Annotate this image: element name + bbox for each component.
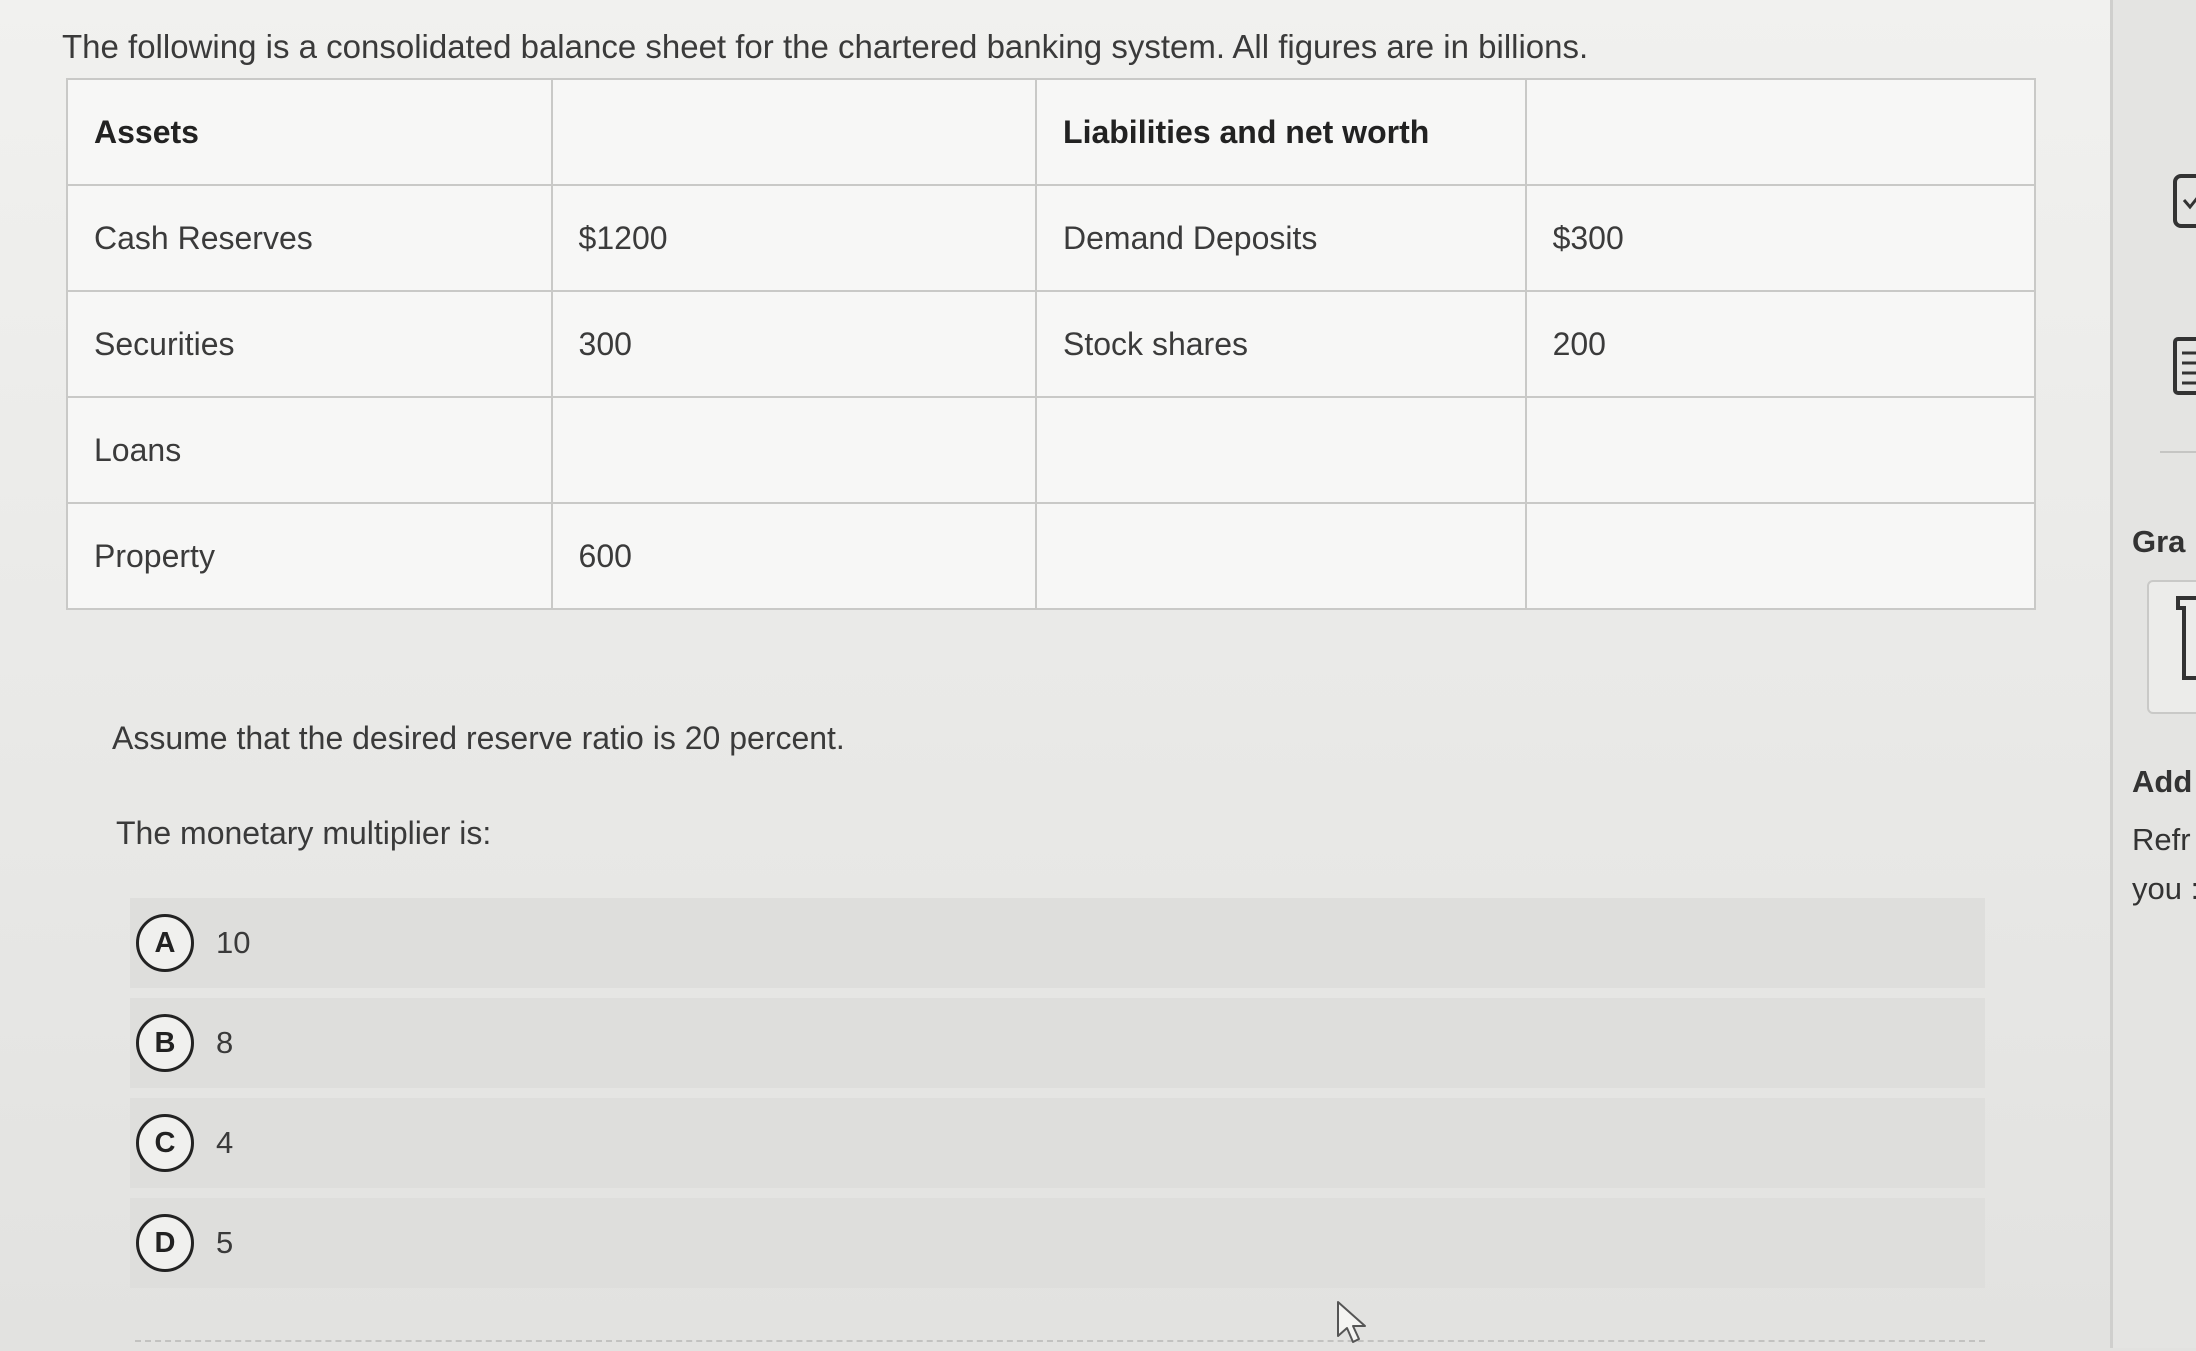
liability-label: Demand Deposits: [1035, 184, 1527, 292]
table-row: Securities 300 Stock shares 200: [66, 290, 2037, 398]
option-b[interactable]: B 8: [130, 998, 1985, 1088]
table-row: Property 600: [66, 502, 2037, 610]
liability-value: $300: [1524, 184, 2037, 292]
header-assets: Assets: [66, 78, 553, 186]
option-letter-badge: A: [136, 914, 194, 972]
header-assets-value: [550, 78, 1038, 186]
clipboard-icon[interactable]: [2172, 170, 2196, 235]
sidebar-divider: [2160, 451, 2196, 453]
option-text: 8: [216, 1025, 234, 1060]
liability-value: [1524, 502, 2037, 610]
option-a[interactable]: A 10: [130, 898, 1985, 988]
option-d[interactable]: D 5: [130, 1198, 1985, 1288]
liability-value: 200: [1524, 290, 2037, 398]
asset-label: Property: [66, 502, 553, 610]
option-letter-badge: B: [136, 1014, 194, 1072]
table-row: Cash Reserves $1200 Demand Deposits $300: [66, 184, 2037, 292]
table-row: Loans: [66, 396, 2037, 504]
table-header-row: Assets Liabilities and net worth: [66, 78, 2037, 186]
option-text: 5: [216, 1225, 234, 1260]
liability-value: [1524, 396, 2037, 504]
bracket-icon: [2170, 594, 2196, 689]
asset-label: Securities: [66, 290, 553, 398]
asset-value: $1200: [550, 184, 1038, 292]
header-liabilities: Liabilities and net worth: [1035, 78, 1527, 186]
header-liabilities-value: [1524, 78, 2037, 186]
asset-value: 300: [550, 290, 1038, 398]
liability-label: [1035, 502, 1527, 610]
asset-label: Cash Reserves: [66, 184, 553, 292]
option-letter-badge: D: [136, 1214, 194, 1272]
document-list-icon[interactable]: [2172, 335, 2196, 402]
answer-options: A 10 B 8 C 4 D 5: [130, 898, 1985, 1298]
question-intro: The following is a consolidated balance …: [62, 28, 1589, 65]
grade-label: Gra: [2132, 524, 2186, 559]
sidebar-text-line2: you :: [2132, 871, 2196, 906]
liability-label: [1035, 396, 1527, 504]
asset-value: [550, 396, 1038, 504]
balance-sheet-table: Assets Liabilities and net worth Cash Re…: [66, 78, 2037, 610]
additional-label: Add: [2132, 764, 2193, 799]
assumption-text: Assume that the desired reserve ratio is…: [112, 720, 845, 756]
question-prompt: The monetary multiplier is:: [116, 815, 492, 851]
liability-label: Stock shares: [1035, 290, 1527, 398]
option-letter-badge: C: [136, 1114, 194, 1172]
mouse-pointer-icon: [1336, 1300, 1370, 1351]
option-c[interactable]: C 4: [130, 1098, 1985, 1188]
question-panel: The following is a consolidated balance …: [0, 0, 2110, 1348]
section-divider: [135, 1340, 1985, 1342]
asset-value: 600: [550, 502, 1038, 610]
asset-label: Loans: [66, 396, 553, 504]
sidebar-text-line1: Refr: [2132, 822, 2191, 857]
option-text: 10: [216, 925, 251, 960]
option-text: 4: [216, 1125, 234, 1160]
